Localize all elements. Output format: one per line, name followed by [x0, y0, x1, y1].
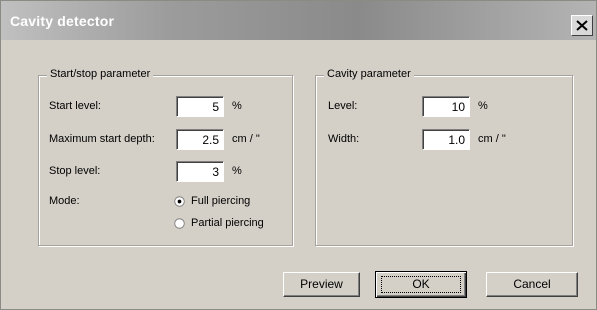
max-start-depth-label: Maximum start depth: — [49, 133, 155, 145]
close-icon — [576, 20, 588, 31]
start-stop-group: Start/stop parameter Start level: 5 % Ma… — [38, 68, 293, 246]
cavity-width-unit: cm / " — [478, 133, 506, 145]
cavity-level-field[interactable]: 10 — [422, 96, 470, 117]
stop-level-field[interactable]: 3 — [176, 161, 224, 182]
mode-label: Mode: — [49, 195, 80, 207]
radio-selected-icon[interactable] — [174, 196, 185, 207]
close-button[interactable] — [571, 15, 593, 36]
stop-level-unit: % — [232, 165, 242, 177]
stop-level-label: Stop level: — [49, 165, 101, 177]
start-level-label: Start level: — [49, 100, 101, 112]
radio-unselected-icon[interactable] — [174, 218, 185, 229]
start-level-field[interactable]: 5 — [176, 96, 224, 117]
max-start-depth-field[interactable]: 2.5 — [176, 129, 224, 150]
radio-partial-piercing-label[interactable]: Partial piercing — [191, 217, 264, 229]
start-stop-legend: Start/stop parameter — [47, 68, 154, 80]
start-level-unit: % — [232, 100, 242, 112]
title-bar[interactable]: Cavity detector — [1, 1, 596, 40]
max-start-depth-unit: cm / " — [232, 133, 260, 145]
window-title: Cavity detector — [10, 13, 115, 29]
cavity-legend: Cavity parameter — [324, 68, 414, 80]
radio-full-piercing-label[interactable]: Full piercing — [191, 195, 250, 207]
ok-button[interactable]: OK — [375, 271, 467, 298]
cavity-width-label: Width: — [328, 133, 360, 145]
cavity-width-field[interactable]: 1.0 — [422, 129, 470, 150]
cancel-button[interactable]: Cancel — [486, 272, 578, 297]
cavity-level-unit: % — [478, 100, 488, 112]
focus-rectangle — [381, 276, 461, 293]
cavity-detector-dialog: Cavity detector Start/stop parameter Sta… — [0, 0, 597, 310]
cavity-group: Cavity parameter Level: 10 % Width: 1.0 … — [315, 68, 573, 246]
cavity-level-label: Level: — [328, 100, 358, 112]
preview-button[interactable]: Preview — [283, 272, 360, 297]
